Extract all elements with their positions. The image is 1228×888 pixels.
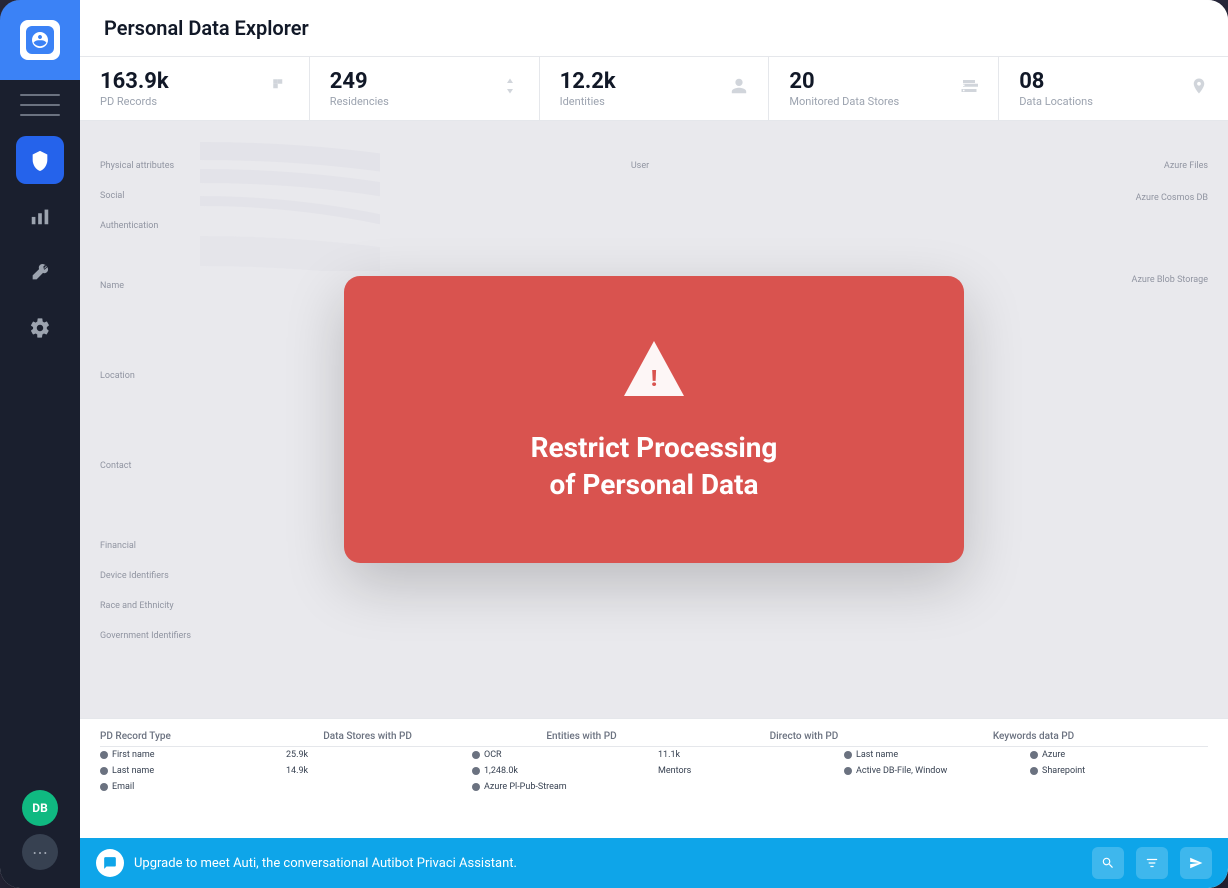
- col-pd-record-type: PD Record Type: [100, 731, 315, 742]
- cell-ocr: OCR: [472, 750, 650, 760]
- monitored-icon: [960, 77, 978, 100]
- cell-val-3: [286, 782, 464, 792]
- stat-card-locations: 08 Data Locations: [999, 57, 1228, 120]
- pd-records-icon: [271, 77, 289, 100]
- main-content: Personal Data Explorer 163.9k PD Records…: [80, 0, 1228, 888]
- cell-bulk: 1,248.0k: [472, 766, 650, 776]
- cell-db-win: Active DB-File, Window: [844, 766, 1022, 776]
- sidebar-bottom: DB ⋯: [22, 790, 58, 878]
- identities-icon: [730, 77, 748, 100]
- residencies-icon: [501, 77, 519, 100]
- stat-label-pd-records: PD Records: [100, 95, 169, 108]
- avatar[interactable]: DB: [22, 790, 58, 826]
- bottom-bar-message: Upgrade to meet Auti, the conversational…: [134, 856, 1082, 871]
- col-data-stores: Data Stores with PD: [323, 731, 538, 742]
- sidebar-item-chart[interactable]: [16, 192, 64, 240]
- stat-value-locations: 08: [1019, 69, 1093, 94]
- stat-label-identities: Identities: [560, 95, 616, 108]
- stat-value-identities: 12.2k: [560, 69, 616, 94]
- filter-action-icon[interactable]: [1136, 847, 1168, 879]
- modal-overlay: ! Restrict Processing of Personal Data: [80, 121, 1228, 718]
- stat-card-monitored: 20 Monitored Data Stores: [769, 57, 999, 120]
- stats-bar: 163.9k PD Records 249 Residencies 12.2: [80, 57, 1228, 121]
- chart-area: Physical attributes Social Authenticatio…: [80, 121, 1228, 718]
- cell-sharepoint: Sharepoint: [1030, 766, 1208, 776]
- table-area: PD Record Type Data Stores with PD Entit…: [80, 718, 1228, 838]
- cell-empty2: [844, 782, 1022, 792]
- stat-info-monitored: 20 Monitored Data Stores: [789, 69, 899, 108]
- sidebar-item-gear[interactable]: [16, 304, 64, 352]
- modal-title: Restrict Processing of Personal Data: [531, 430, 778, 503]
- search-action-icon[interactable]: [1092, 847, 1124, 879]
- table-header-row: PD Record Type Data Stores with PD Entit…: [100, 727, 1208, 747]
- sidebar: DB ⋯: [0, 0, 80, 888]
- apps-icon[interactable]: ⋯: [22, 834, 58, 870]
- cell-firstname: First name: [100, 750, 278, 760]
- cell-email: Email: [100, 782, 278, 792]
- sidebar-item-wrench[interactable]: [16, 248, 64, 296]
- cell-val-2: 14.9k: [286, 766, 464, 776]
- stat-info-locations: 08 Data Locations: [1019, 69, 1093, 108]
- cell-empty: [658, 782, 836, 792]
- stat-label-locations: Data Locations: [1019, 95, 1093, 108]
- svg-text:!: !: [651, 367, 657, 392]
- cell-lastname: Last name: [100, 766, 278, 776]
- warning-icon: !: [619, 336, 689, 406]
- menu-toggle[interactable]: [20, 90, 60, 120]
- restrict-processing-modal: ! Restrict Processing of Personal Data: [344, 276, 964, 563]
- stat-label-residencies: Residencies: [330, 95, 389, 108]
- col-directo: Directo with PD: [770, 731, 985, 742]
- cell-mentors: Mentors: [658, 766, 836, 776]
- cell-azure-stream: Azure Pl-Pub-Stream: [472, 782, 650, 792]
- stat-info-residencies: 249 Residencies: [330, 69, 389, 108]
- stat-info: 163.9k PD Records: [100, 69, 169, 108]
- col-keywords: Keywords data PD: [993, 731, 1208, 742]
- logo-text: [20, 20, 60, 60]
- stat-label-monitored: Monitored Data Stores: [789, 95, 899, 108]
- sidebar-logo: [0, 0, 80, 80]
- cell-11k: 11.1k: [658, 750, 836, 760]
- page-title: Personal Data Explorer: [104, 16, 309, 40]
- table-row-3: Email Azure Pl-Pub-Stream: [100, 779, 1208, 795]
- sidebar-item-shield[interactable]: [16, 136, 64, 184]
- cell-empty3: [1030, 782, 1208, 792]
- chat-icon: [96, 849, 124, 877]
- sidebar-nav: [16, 136, 64, 790]
- locations-icon: [1190, 77, 1208, 100]
- cell-lastnamec: Last name: [844, 750, 1022, 760]
- stat-value-residencies: 249: [330, 69, 389, 94]
- stat-info-identities: 12.2k Identities: [560, 69, 616, 108]
- col-entities: Entities with PD: [546, 731, 761, 742]
- cell-azure: Azure: [1030, 750, 1208, 760]
- bottom-bar: Upgrade to meet Auti, the conversational…: [80, 838, 1228, 888]
- stat-value-pd-records: 163.9k: [100, 69, 169, 94]
- send-action-icon[interactable]: [1180, 847, 1212, 879]
- header: Personal Data Explorer: [80, 0, 1228, 57]
- stat-value-monitored: 20: [789, 69, 899, 94]
- table-row-1: First name 25.9k OCR 11.1k Last name Az: [100, 747, 1208, 763]
- cell-val-1: 25.9k: [286, 750, 464, 760]
- bottom-bar-actions: [1092, 847, 1212, 879]
- stat-card-pd-records: 163.9k PD Records: [80, 57, 310, 120]
- table-row-2: Last name 14.9k 1,248.0k Mentors Active …: [100, 763, 1208, 779]
- content-area: Physical attributes Social Authenticatio…: [80, 121, 1228, 838]
- stat-card-residencies: 249 Residencies: [310, 57, 540, 120]
- stat-card-identities: 12.2k Identities: [540, 57, 770, 120]
